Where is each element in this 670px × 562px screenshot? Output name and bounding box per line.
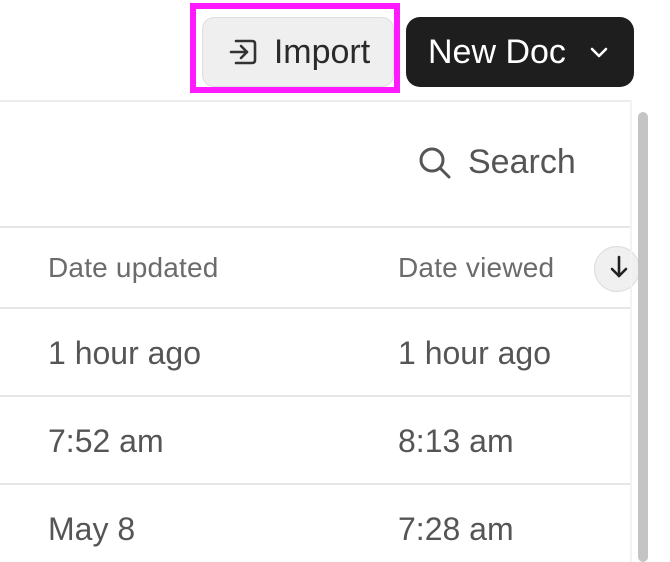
cell-date-updated: 1 hour ago bbox=[48, 335, 202, 371]
new-doc-button[interactable]: New Doc bbox=[406, 17, 634, 87]
scrollbar-thumb[interactable] bbox=[638, 112, 648, 562]
cell-date-viewed: 8:13 am bbox=[398, 423, 514, 459]
cell-date-viewed: 7:28 am bbox=[398, 511, 514, 547]
search-button[interactable]: Search bbox=[416, 143, 576, 182]
cell-date-viewed: 1 hour ago bbox=[398, 335, 552, 371]
column-header-date-viewed[interactable]: Date viewed bbox=[398, 252, 554, 284]
page: Import New Doc Search Date updated Date … bbox=[0, 0, 670, 562]
search-label: Search bbox=[468, 143, 576, 181]
chevron-down-icon bbox=[588, 41, 610, 63]
column-header-date-updated[interactable]: Date updated bbox=[48, 252, 219, 284]
search-icon bbox=[416, 144, 454, 182]
import-icon bbox=[226, 35, 260, 69]
header-top-divider bbox=[0, 226, 632, 228]
import-button[interactable]: Import bbox=[202, 17, 394, 87]
toolbar-divider bbox=[0, 100, 632, 102]
row-divider bbox=[0, 483, 632, 485]
header-bottom-divider bbox=[0, 307, 632, 309]
new-doc-label: New Doc bbox=[428, 32, 566, 71]
sort-button[interactable] bbox=[594, 246, 640, 292]
import-label: Import bbox=[273, 32, 371, 71]
cell-date-updated: 7:52 am bbox=[48, 423, 164, 459]
arrow-down-icon bbox=[607, 254, 631, 285]
cell-date-updated: May 8 bbox=[48, 511, 136, 547]
row-divider bbox=[0, 395, 632, 397]
content-edge bbox=[630, 100, 632, 562]
